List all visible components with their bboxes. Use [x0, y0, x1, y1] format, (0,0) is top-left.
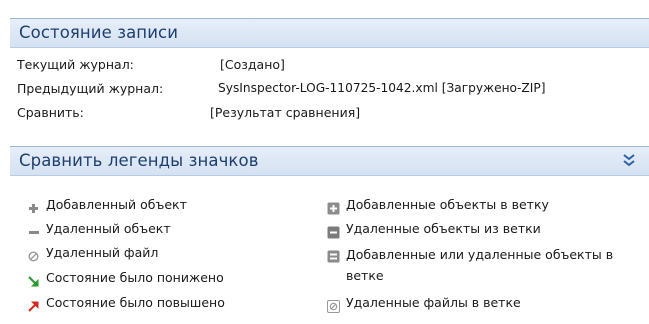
legend-header[interactable]: Сравнить легенды значков — [10, 146, 649, 176]
compare-value: [Результат сравнения] — [210, 105, 361, 120]
minus-box-icon — [327, 224, 340, 239]
legend-label: Состояние было понижено — [46, 270, 224, 285]
arrow-up-red-icon — [27, 298, 40, 312]
legend-label: Добавленные объекты в ветку — [346, 197, 549, 212]
plus-box-icon — [327, 200, 340, 215]
removed-file-icon — [27, 248, 40, 262]
legend-label: Удаленный файл — [46, 245, 159, 260]
previous-log-value: SysInspector-LOG-110725-1042.xml [Загруж… — [218, 81, 546, 95]
record-status-header: Состояние записи — [10, 18, 649, 48]
minus-icon — [27, 224, 40, 237]
compare-label: Сравнить: — [17, 105, 84, 120]
legend-label: Добавленный объект — [46, 197, 187, 212]
arrow-down-green-icon — [27, 273, 40, 287]
current-log-label: Текущий журнал: — [17, 57, 134, 72]
legend-title: Сравнить легенды значков — [19, 151, 259, 170]
comparison-panel: Состояние записи Текущий журнал: [Создан… — [0, 0, 649, 324]
removed-file-box-icon — [327, 298, 340, 313]
plus-minus-box-icon — [327, 248, 340, 263]
double-chevron-down-icon[interactable] — [621, 152, 637, 168]
legend-label: Удаленные объекты из ветки — [346, 221, 541, 236]
current-log-value: [Создано] — [220, 57, 285, 72]
record-status-title: Состояние записи — [19, 23, 179, 42]
legend-label: Добавленные или удаленные объекты в ветк… — [346, 247, 614, 283]
previous-log-label: Предыдущий журнал: — [17, 81, 164, 96]
legend-label: Удаленные файлы в ветке — [346, 295, 521, 310]
legend-label: Состояние было повышено — [46, 295, 225, 310]
legend-label: Удаленный объект — [46, 221, 171, 236]
plus-icon — [27, 200, 40, 213]
